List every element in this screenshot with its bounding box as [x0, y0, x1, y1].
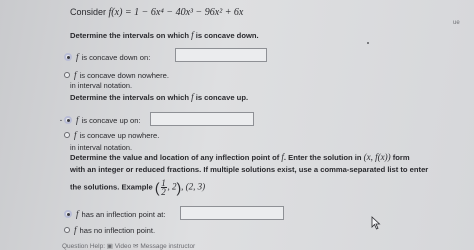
note-interval-notation: in interval notation. — [70, 81, 133, 90]
radio-has-inflection[interactable] — [64, 210, 72, 218]
decorative-mark: . — [60, 116, 62, 123]
inflection-line-2: with an integer or reduced fractions. If… — [70, 165, 429, 174]
option-has-inflection[interactable]: f has an inflection point at: — [64, 209, 166, 219]
inflection-point-input[interactable] — [180, 206, 284, 220]
option-concave-up-on[interactable]: f is concave up on: — [64, 115, 141, 125]
concave-down-input[interactable] — [175, 48, 267, 62]
option-concave-down-nowhere[interactable]: f is concave down nowhere. — [64, 70, 169, 80]
option-no-inflection[interactable]: f has no inflection point. — [64, 225, 155, 235]
example-fraction: 12 — [160, 178, 167, 197]
radio-concave-down-on[interactable] — [64, 53, 72, 61]
problem-statement: Consider f(x) = 1 − 6x⁴ − 40x³ − 96x² + … — [70, 7, 243, 18]
question-concave-down: Determine the intervals on which f is co… — [70, 30, 259, 40]
question-concave-up: Determine the intervals on which f is co… — [70, 92, 249, 102]
radio-concave-up-on[interactable] — [64, 116, 72, 124]
problem-prefix: Consider — [70, 7, 109, 17]
inflection-instructions: Determine the value and location of any … — [70, 151, 429, 197]
decorative-dot — [367, 42, 369, 44]
side-button[interactable]: ue — [453, 20, 460, 26]
question-page: ue Consider f(x) = 1 − 6x⁴ − 40x³ − 96x²… — [0, 0, 474, 250]
function-expression: f(x) = 1 − 6x⁴ − 40x³ − 96x² + 6x — [108, 7, 244, 18]
option-concave-up-nowhere[interactable]: f is concave up nowhere. — [64, 130, 159, 140]
radio-concave-up-nowhere[interactable] — [64, 132, 70, 138]
mouse-cursor-icon — [371, 216, 381, 230]
inflection-line-3: the solutions. Example (1 2, 2), (2, 3) — [70, 178, 206, 197]
option-concave-down-on[interactable]: f is concave down on: — [64, 52, 150, 62]
concave-up-input[interactable] — [150, 112, 254, 126]
question-help[interactable]: Question Help: ▣ Video ✉ Message instruc… — [62, 242, 195, 250]
radio-concave-down-nowhere[interactable] — [64, 72, 70, 78]
inflection-line-1: Determine the value and location of any … — [70, 152, 410, 162]
radio-no-inflection[interactable] — [64, 227, 70, 233]
